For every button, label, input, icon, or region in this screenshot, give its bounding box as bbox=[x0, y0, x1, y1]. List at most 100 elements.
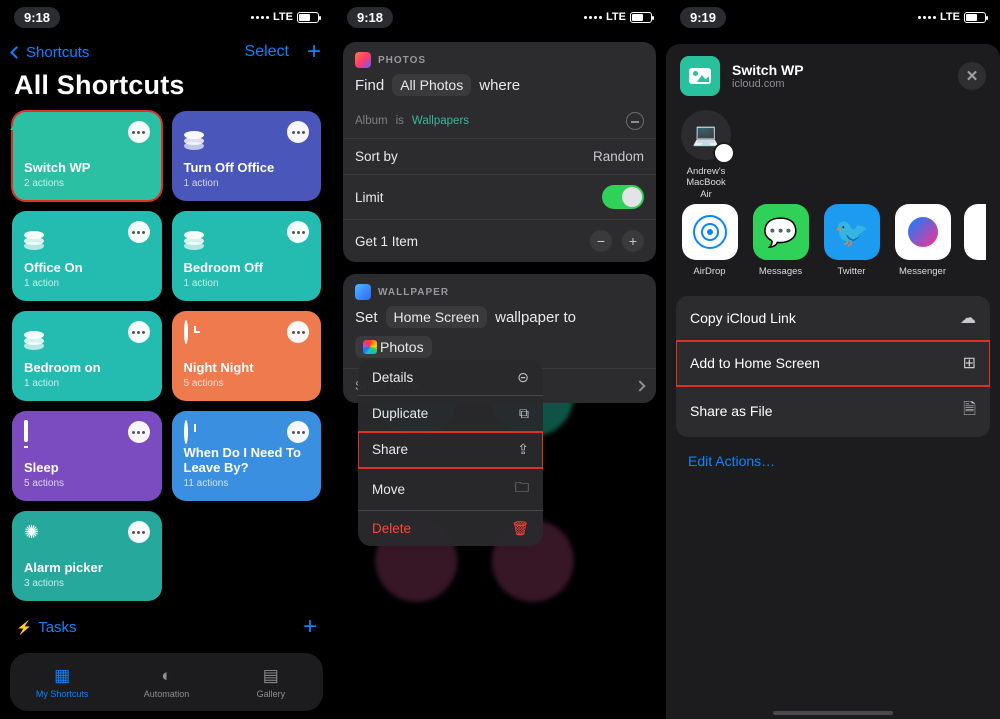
tab-label: My Shortcuts bbox=[36, 689, 89, 699]
airdrop-device[interactable]: 💻 Andrew's MacBook Air bbox=[680, 110, 732, 200]
shortcut-card[interactable]: Night Night5 actions bbox=[172, 311, 322, 401]
nav-actions: Select + bbox=[245, 40, 321, 64]
tab-automation[interactable]: ◐ Automation bbox=[114, 653, 218, 711]
card-top bbox=[24, 121, 150, 143]
home-screen-token[interactable]: Home Screen bbox=[386, 306, 488, 328]
card-more-button[interactable] bbox=[287, 121, 309, 143]
target-twitter[interactable]: 🐦 Twitter bbox=[822, 204, 881, 277]
stepper-plus[interactable]: + bbox=[622, 230, 644, 252]
share-icon: ⇪ bbox=[517, 441, 529, 458]
battery-icon bbox=[964, 12, 986, 23]
panel-title: PHOTOS bbox=[378, 55, 426, 66]
target-airdrop[interactable]: AirDrop bbox=[680, 204, 739, 277]
sheet-titles: Switch WP icloud.com bbox=[732, 62, 804, 90]
action-copy-icloud-link[interactable]: Copy iCloud Link ☁︎ bbox=[676, 296, 990, 341]
card-more-button[interactable] bbox=[128, 421, 150, 443]
ctx-label: Details bbox=[372, 370, 413, 385]
add-home-icon: ⊞ bbox=[963, 353, 976, 373]
shortcut-card[interactable]: Switch WP2 actions bbox=[12, 111, 162, 201]
status-time: 9:19 bbox=[680, 7, 726, 28]
set-wallpaper-row[interactable]: Set Home Screen wallpaper to Photos bbox=[343, 304, 656, 368]
card-name: Switch WP bbox=[24, 160, 150, 176]
sortby-value[interactable]: Random bbox=[593, 149, 644, 164]
card-text: Switch WP2 actions bbox=[24, 160, 150, 189]
card-icon bbox=[184, 422, 188, 443]
filter-album-row[interactable]: Album is Wallpapers bbox=[343, 106, 656, 138]
automation-icon: ◐ bbox=[161, 666, 171, 686]
get-item-row: Get 1 Item − + bbox=[343, 219, 656, 262]
card-more-button[interactable] bbox=[128, 321, 150, 343]
share-action-list: Copy iCloud Link ☁︎ Add to Home Screen ⊞… bbox=[676, 296, 990, 437]
twitter-icon: 🐦 bbox=[824, 204, 880, 260]
back-button[interactable]: Shortcuts bbox=[12, 44, 89, 61]
ctx-details[interactable]: Details ⊝ bbox=[358, 360, 543, 396]
wallpaper-app-icon bbox=[355, 284, 371, 300]
card-more-button[interactable] bbox=[287, 221, 309, 243]
card-more-button[interactable] bbox=[287, 321, 309, 343]
messages-icon: 💬 bbox=[753, 204, 809, 260]
add-button[interactable]: + bbox=[307, 40, 321, 64]
target-messenger[interactable]: Messenger bbox=[893, 204, 952, 277]
album-value[interactable]: Wallpapers bbox=[412, 115, 469, 127]
tab-label: Gallery bbox=[257, 689, 286, 699]
stepper-minus[interactable]: − bbox=[590, 230, 612, 252]
target-more[interactable] bbox=[964, 204, 986, 266]
all-photos-token[interactable]: All Photos bbox=[392, 74, 471, 96]
clock-icon bbox=[184, 420, 188, 444]
card-name: Night Night bbox=[184, 360, 310, 376]
more-apps-icon bbox=[964, 204, 986, 260]
tab-my-shortcuts[interactable]: ▦ My Shortcuts bbox=[10, 653, 114, 711]
find-photos-row[interactable]: Find All Photos where bbox=[343, 72, 656, 106]
folder-icon: 🗀 bbox=[515, 477, 529, 501]
card-subtitle: 1 action bbox=[184, 278, 310, 289]
sortby-label: Sort by bbox=[355, 149, 398, 164]
card-text: Bedroom on1 action bbox=[24, 360, 150, 389]
shortcut-card[interactable]: When Do I Need To Leave By?11 actions bbox=[172, 411, 322, 501]
card-text: Sleep 5 actions bbox=[24, 460, 150, 489]
close-button[interactable]: ✕ bbox=[958, 62, 986, 90]
limit-toggle[interactable] bbox=[602, 185, 644, 209]
tab-gallery[interactable]: ▤ Gallery bbox=[219, 653, 323, 711]
stepper: − + bbox=[590, 230, 644, 252]
card-name: Sleep bbox=[24, 460, 150, 476]
sortby-row[interactable]: Sort by Random bbox=[343, 138, 656, 174]
screen-all-shortcuts: 9:18 LTE Shortcuts Select + All Shortcut… bbox=[0, 0, 333, 719]
shortcut-card[interactable]: Turn Off Office1 action bbox=[172, 111, 322, 201]
shortcut-card[interactable]: Bedroom on1 action bbox=[12, 311, 162, 401]
spark-icon: ✺ bbox=[24, 522, 39, 542]
select-button[interactable]: Select bbox=[245, 43, 289, 61]
folder-add-button[interactable]: + bbox=[303, 615, 317, 639]
card-name: Turn Off Office bbox=[184, 160, 310, 176]
card-icon bbox=[184, 322, 188, 343]
shortcut-card[interactable]: Sleep 5 actions bbox=[12, 411, 162, 501]
ctx-share[interactable]: Share ⇪ bbox=[358, 432, 543, 468]
remove-filter-button[interactable] bbox=[626, 112, 644, 130]
shortcut-card[interactable]: Bedroom Off1 action bbox=[172, 211, 322, 301]
edit-actions-link[interactable]: Edit Actions… bbox=[666, 437, 1000, 485]
ctx-delete[interactable]: Delete 🗑 bbox=[358, 511, 543, 546]
action-add-to-home-screen[interactable]: Add to Home Screen ⊞ bbox=[676, 341, 990, 386]
card-name: Alarm picker bbox=[24, 560, 150, 576]
status-bar: 9:18 LTE bbox=[0, 0, 333, 30]
action-label: Share as File bbox=[690, 403, 772, 419]
card-subtitle: 1 action bbox=[24, 278, 150, 289]
airdrop-devices: 💻 Andrew's MacBook Air bbox=[666, 110, 1000, 200]
nav-bar: Shortcuts Select + bbox=[0, 30, 333, 70]
folder-tasks-row[interactable]: Tasks + bbox=[0, 601, 333, 643]
card-top bbox=[184, 421, 310, 443]
card-more-button[interactable] bbox=[128, 221, 150, 243]
ctx-duplicate[interactable]: Duplicate ⧉ bbox=[358, 396, 543, 432]
target-messages[interactable]: 💬 Messages bbox=[751, 204, 810, 277]
ctx-label: Share bbox=[372, 442, 408, 457]
card-more-button[interactable] bbox=[128, 121, 150, 143]
shortcut-card[interactable]: Office On1 action bbox=[12, 211, 162, 301]
ctx-label: Move bbox=[372, 482, 405, 497]
photos-variable-token[interactable]: Photos bbox=[355, 336, 432, 358]
card-more-button[interactable] bbox=[287, 421, 309, 443]
card-text: Turn Off Office1 action bbox=[184, 160, 310, 189]
action-share-as-file[interactable]: Share as File 🗎 bbox=[676, 386, 990, 437]
shortcut-card[interactable]: ✺Alarm picker3 actions bbox=[12, 511, 162, 601]
card-subtitle: 5 actions bbox=[24, 478, 150, 489]
ctx-move[interactable]: Move 🗀 bbox=[358, 468, 543, 511]
card-more-button[interactable] bbox=[128, 521, 150, 543]
